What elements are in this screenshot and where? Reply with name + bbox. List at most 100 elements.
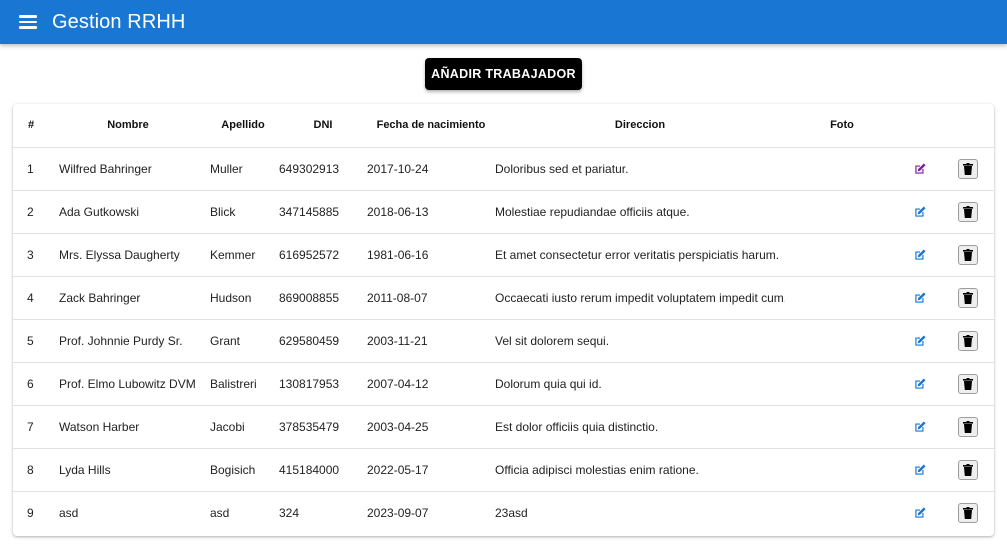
table-row: 5 Prof. Johnnie Purdy Sr. Grant 629580459 20… xyxy=(13,319,994,363)
delete-button[interactable] xyxy=(957,287,978,308)
cell-nombre: Wilfred Bahringer xyxy=(49,147,207,191)
cell-direccion: Et amet consectetur error veritatis pers… xyxy=(495,233,785,277)
cell-edit xyxy=(899,448,941,492)
cell-edit xyxy=(899,276,941,320)
app-title: Gestion RRHH xyxy=(52,10,186,33)
delete-button[interactable] xyxy=(957,373,978,394)
cell-foto xyxy=(785,147,899,191)
cell-apellido: Muller xyxy=(207,147,279,191)
cell-direccion: Occaecati iusto rerum impedit voluptatem… xyxy=(495,276,785,320)
edit-pencil-icon[interactable] xyxy=(913,463,927,477)
cell-nombre: asd xyxy=(59,505,79,520)
delete-button[interactable] xyxy=(957,459,978,480)
trash-icon xyxy=(962,162,973,175)
delete-button[interactable] xyxy=(957,158,978,179)
cell-foto xyxy=(785,448,899,492)
workers-table: # Nombre Apellido DNI Fecha de nacimient… xyxy=(13,104,994,534)
add-worker-button[interactable]: AÑADIR TRABAJADOR xyxy=(425,58,582,90)
cell-index: 5 xyxy=(13,319,49,363)
cell-delete xyxy=(941,233,994,277)
cell-delete xyxy=(941,319,994,363)
table-row: 4 Zack Bahringer Hudson 869008855 2011-08-07… xyxy=(13,276,994,320)
cell-direccion: Molestiae repudiandae officiis atque. xyxy=(495,190,785,234)
cell-nombre: Zack Bahringer xyxy=(49,276,207,320)
edit-pencil-icon[interactable] xyxy=(913,506,927,520)
table-body: 1 Wilfred Bahringer Muller 649302913 2017-10… xyxy=(13,147,994,534)
cell-index: 9 xyxy=(27,505,34,520)
cell-dni: 649302913 xyxy=(279,147,367,191)
cell-fecha: 2003-11-21 xyxy=(367,319,495,363)
app-bar: Gestion RRHH xyxy=(0,0,1007,44)
cell-apellido: Grant xyxy=(207,319,279,363)
cell-delete xyxy=(941,448,994,492)
cell-fecha: 2007-04-12 xyxy=(367,362,495,406)
trash-icon xyxy=(962,205,973,218)
edit-pencil-icon[interactable] xyxy=(913,291,927,305)
cell-index: 7 xyxy=(13,405,49,449)
cell-fecha: 2017-10-24 xyxy=(367,147,495,191)
cell-fecha: 2022-05-17 xyxy=(367,448,495,492)
header-dni: DNI xyxy=(279,104,367,148)
cell-dni: 130817953 xyxy=(279,362,367,406)
cell-nombre: Lyda Hills xyxy=(49,448,207,492)
cell-delete xyxy=(941,405,994,449)
cell-foto xyxy=(785,233,899,277)
cell-foto xyxy=(785,276,899,320)
trash-icon xyxy=(962,248,973,261)
edit-pencil-icon[interactable] xyxy=(913,334,927,348)
cell-apellido: Jacobi xyxy=(207,405,279,449)
cell-dni: 378535479 xyxy=(279,405,367,449)
cell-fecha: 2018-06-13 xyxy=(367,190,495,234)
cell-apellido: Balistreri xyxy=(207,362,279,406)
cell-direccion: Doloribus sed et pariatur. xyxy=(495,147,785,191)
edit-pencil-icon[interactable] xyxy=(913,377,927,391)
cell-nombre: Mrs. Elyssa Daugherty xyxy=(49,233,207,277)
cell-edit xyxy=(899,405,941,449)
edit-pencil-icon[interactable] xyxy=(913,162,927,176)
table-row: 2 Ada Gutkowski Blick 347145885 2018-06-13 Mo… xyxy=(13,190,994,234)
header-apellido: Apellido xyxy=(207,104,279,148)
trash-icon xyxy=(962,334,973,347)
header-edit xyxy=(899,104,941,148)
delete-button[interactable] xyxy=(957,201,978,222)
edit-pencil-icon[interactable] xyxy=(913,420,927,434)
delete-button[interactable] xyxy=(957,244,978,265)
cell-direccion: 23asd xyxy=(495,505,528,520)
cell-apellido: Hudson xyxy=(207,276,279,320)
cell-delete xyxy=(941,190,994,234)
cell-edit xyxy=(899,319,941,363)
table-row: 7 Watson Harber Jacobi 378535479 2003-04-25 E… xyxy=(13,405,994,449)
cell-dni: 347145885 xyxy=(279,190,367,234)
cell-direccion: Officia adipisci molestias enim ratione. xyxy=(495,448,785,492)
cell-delete xyxy=(941,362,994,406)
cell-index: 3 xyxy=(13,233,49,277)
cell-dni: 415184000 xyxy=(279,448,367,492)
cell-foto xyxy=(785,190,899,234)
table-row: 3 Mrs. Elyssa Daugherty Kemmer 616952572 198… xyxy=(13,233,994,277)
trash-icon xyxy=(962,377,973,390)
delete-button[interactable] xyxy=(957,330,978,351)
cell-edit xyxy=(899,233,941,277)
cell-dni: 324 xyxy=(279,505,300,520)
cell-edit xyxy=(899,190,941,234)
cell-direccion: Est dolor officiis quia distinctio. xyxy=(495,405,785,449)
cell-fecha: 2003-04-25 xyxy=(367,405,495,449)
trash-icon xyxy=(962,291,973,304)
cell-direccion: Vel sit dolorem sequi. xyxy=(495,319,785,363)
edit-pencil-icon[interactable] xyxy=(913,205,927,219)
edit-pencil-icon[interactable] xyxy=(913,248,927,262)
cell-index: 2 xyxy=(13,190,49,234)
table-header-row: # Nombre Apellido DNI Fecha de nacimient… xyxy=(13,104,994,148)
header-foto: Foto xyxy=(785,104,899,148)
table-row: 6 Prof. Elmo Lubowitz DVM Balistreri 130817… xyxy=(13,362,994,406)
table-row: 8 Lyda Hills Bogisich 415184000 2022-05-17 Of… xyxy=(13,448,994,492)
cell-apellido: Kemmer xyxy=(207,233,279,277)
cell-edit xyxy=(899,362,941,406)
cell-edit xyxy=(899,491,941,534)
hamburger-menu-icon[interactable] xyxy=(14,8,42,36)
cell-dni: 869008855 xyxy=(279,276,367,320)
delete-button[interactable] xyxy=(957,416,978,437)
header-fecha: Fecha de nacimiento xyxy=(367,104,495,148)
header-index: # xyxy=(13,104,49,148)
delete-button[interactable] xyxy=(957,502,978,523)
